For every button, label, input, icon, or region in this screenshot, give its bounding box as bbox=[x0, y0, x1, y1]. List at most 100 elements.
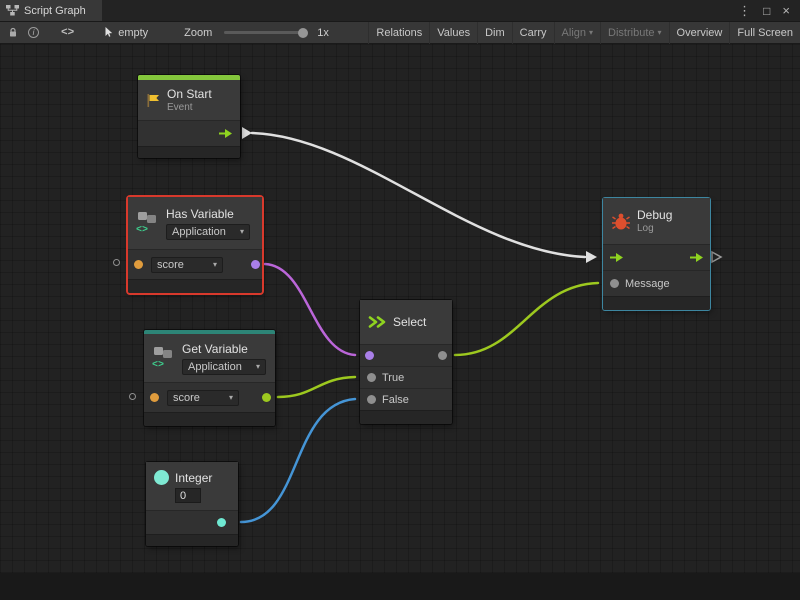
unconnected-port-ring[interactable] bbox=[113, 259, 120, 266]
align-button[interactable]: Align ▾ bbox=[554, 22, 600, 44]
wire-hasvariable-to-select bbox=[265, 264, 355, 355]
node-select[interactable]: Select True False bbox=[360, 300, 452, 424]
wire-select-to-debuglog-message bbox=[455, 283, 598, 355]
variable-name-value: score bbox=[157, 259, 184, 271]
flow-arrowhead bbox=[586, 251, 597, 263]
flow-output-port[interactable] bbox=[218, 128, 233, 139]
variable-name-dropdown[interactable]: score ▾ bbox=[167, 390, 239, 406]
maximize-icon[interactable]: □ bbox=[763, 4, 770, 18]
node-header: Debug Log bbox=[603, 198, 710, 244]
message-input-port[interactable] bbox=[610, 279, 619, 288]
code-glyph-icon: <> bbox=[152, 360, 164, 371]
zoom-slider-track[interactable] bbox=[224, 31, 308, 34]
flow-continue-triangle bbox=[712, 252, 721, 262]
false-input-port[interactable] bbox=[367, 395, 376, 404]
port-row: False bbox=[360, 388, 452, 410]
port-label: Message bbox=[625, 278, 670, 290]
node-header: Select bbox=[360, 300, 452, 344]
wire-onstart-to-debuglog bbox=[252, 133, 585, 257]
node-debug-log[interactable]: Debug Log Message bbox=[603, 198, 710, 310]
wire-getvariable-to-select-true bbox=[278, 377, 355, 397]
code-glyph-icon: <> bbox=[136, 225, 148, 236]
node-footer bbox=[603, 296, 710, 310]
script-graph-icon bbox=[6, 5, 19, 16]
unity-graph-window: Script Graph ⋮ □ × i <> empty Zoom 1x bbox=[0, 0, 800, 600]
node-on-start[interactable]: On Start Event bbox=[138, 75, 240, 158]
flag-icon bbox=[146, 93, 161, 108]
chevron-down-icon: ▾ bbox=[240, 227, 244, 236]
unconnected-port-ring[interactable] bbox=[129, 393, 136, 400]
node-integer[interactable]: Integer 0 bbox=[146, 462, 238, 546]
fullscreen-button[interactable]: Full Screen bbox=[729, 22, 800, 44]
node-footer bbox=[138, 146, 240, 158]
variable-name-input-port[interactable] bbox=[150, 393, 159, 402]
scope-value: Application bbox=[172, 226, 226, 238]
lock-icon[interactable] bbox=[8, 27, 18, 38]
selection-output-port[interactable] bbox=[438, 351, 447, 360]
port-row bbox=[360, 344, 452, 366]
overview-button[interactable]: Overview bbox=[669, 22, 730, 44]
condition-input-port[interactable] bbox=[365, 351, 374, 360]
node-header: <> Has Variable Application ▾ bbox=[128, 197, 262, 249]
zoom-value: 1x bbox=[317, 27, 329, 39]
flow-source-triangle bbox=[242, 127, 252, 139]
port-label: True bbox=[382, 372, 404, 384]
chevron-down-icon: ▾ bbox=[658, 28, 662, 37]
port-row: score ▾ bbox=[128, 249, 262, 279]
select-icon bbox=[368, 315, 387, 329]
node-footer bbox=[360, 410, 452, 424]
menu-icon[interactable]: ⋮ bbox=[738, 3, 751, 19]
port-row bbox=[138, 120, 240, 146]
toolbar-button-group: Relations Values Dim Carry Align ▾ Distr… bbox=[368, 22, 800, 44]
variable-name-value: score bbox=[173, 392, 200, 404]
tab-script-graph[interactable]: Script Graph bbox=[0, 0, 102, 21]
code-view-icon[interactable]: <> bbox=[61, 27, 74, 39]
bug-icon bbox=[611, 212, 631, 231]
node-title: Get Variable bbox=[182, 342, 266, 356]
node-has-variable[interactable]: <> Has Variable Application ▾ score ▾ bbox=[128, 197, 262, 293]
tab-title: Script Graph bbox=[24, 5, 86, 17]
carry-button[interactable]: Carry bbox=[512, 22, 554, 44]
relations-button[interactable]: Relations bbox=[368, 22, 429, 44]
variable-name-input-port[interactable] bbox=[134, 260, 143, 269]
chevron-down-icon: ▾ bbox=[256, 362, 260, 371]
value-output-port[interactable] bbox=[217, 518, 226, 527]
flow-input-port[interactable] bbox=[609, 252, 624, 263]
variable-name-dropdown[interactable]: score ▾ bbox=[151, 257, 223, 273]
port-label: False bbox=[382, 394, 409, 406]
chevron-down-icon: ▾ bbox=[589, 28, 593, 37]
distribute-button[interactable]: Distribute ▾ bbox=[600, 22, 668, 44]
flow-output-port[interactable] bbox=[689, 252, 704, 263]
chevron-down-icon: ▾ bbox=[213, 260, 217, 269]
node-header: <> Get Variable Application ▾ bbox=[144, 334, 275, 382]
node-title: On Start bbox=[167, 87, 212, 101]
node-get-variable[interactable]: <> Get Variable Application ▾ score ▾ bbox=[144, 330, 275, 426]
integer-icon bbox=[154, 470, 169, 485]
tab-bar: Script Graph ⋮ □ × bbox=[0, 0, 800, 22]
window-controls: ⋮ □ × bbox=[738, 0, 800, 21]
port-row: Message bbox=[603, 270, 710, 296]
node-header: On Start Event bbox=[138, 80, 240, 120]
node-footer bbox=[146, 534, 238, 546]
values-button[interactable]: Values bbox=[429, 22, 477, 44]
integer-value-field[interactable]: 0 bbox=[175, 488, 201, 503]
variable-icon: <> bbox=[136, 211, 160, 235]
node-footer bbox=[128, 279, 262, 293]
variable-scope-dropdown[interactable]: Application ▾ bbox=[166, 224, 250, 240]
info-icon[interactable]: i bbox=[28, 27, 39, 38]
result-output-port[interactable] bbox=[251, 260, 260, 269]
node-title: Has Variable bbox=[166, 207, 250, 221]
graph-canvas[interactable]: On Start Event <> Has Variable bbox=[0, 44, 800, 600]
node-subtitle: Event bbox=[167, 102, 212, 113]
value-output-port[interactable] bbox=[262, 393, 271, 402]
scope-value: Application bbox=[188, 361, 242, 373]
graph-breadcrumb-label[interactable]: empty bbox=[118, 27, 148, 39]
close-icon[interactable]: × bbox=[782, 3, 790, 18]
dim-button[interactable]: Dim bbox=[477, 22, 512, 44]
true-input-port[interactable] bbox=[367, 373, 376, 382]
port-row: score ▾ bbox=[144, 382, 275, 412]
variable-scope-dropdown[interactable]: Application ▾ bbox=[182, 359, 266, 375]
chevron-down-icon: ▾ bbox=[229, 393, 233, 402]
zoom-slider-knob[interactable] bbox=[298, 28, 308, 38]
graph-toolbar: i <> empty Zoom 1x Relations Values Dim … bbox=[0, 22, 800, 44]
